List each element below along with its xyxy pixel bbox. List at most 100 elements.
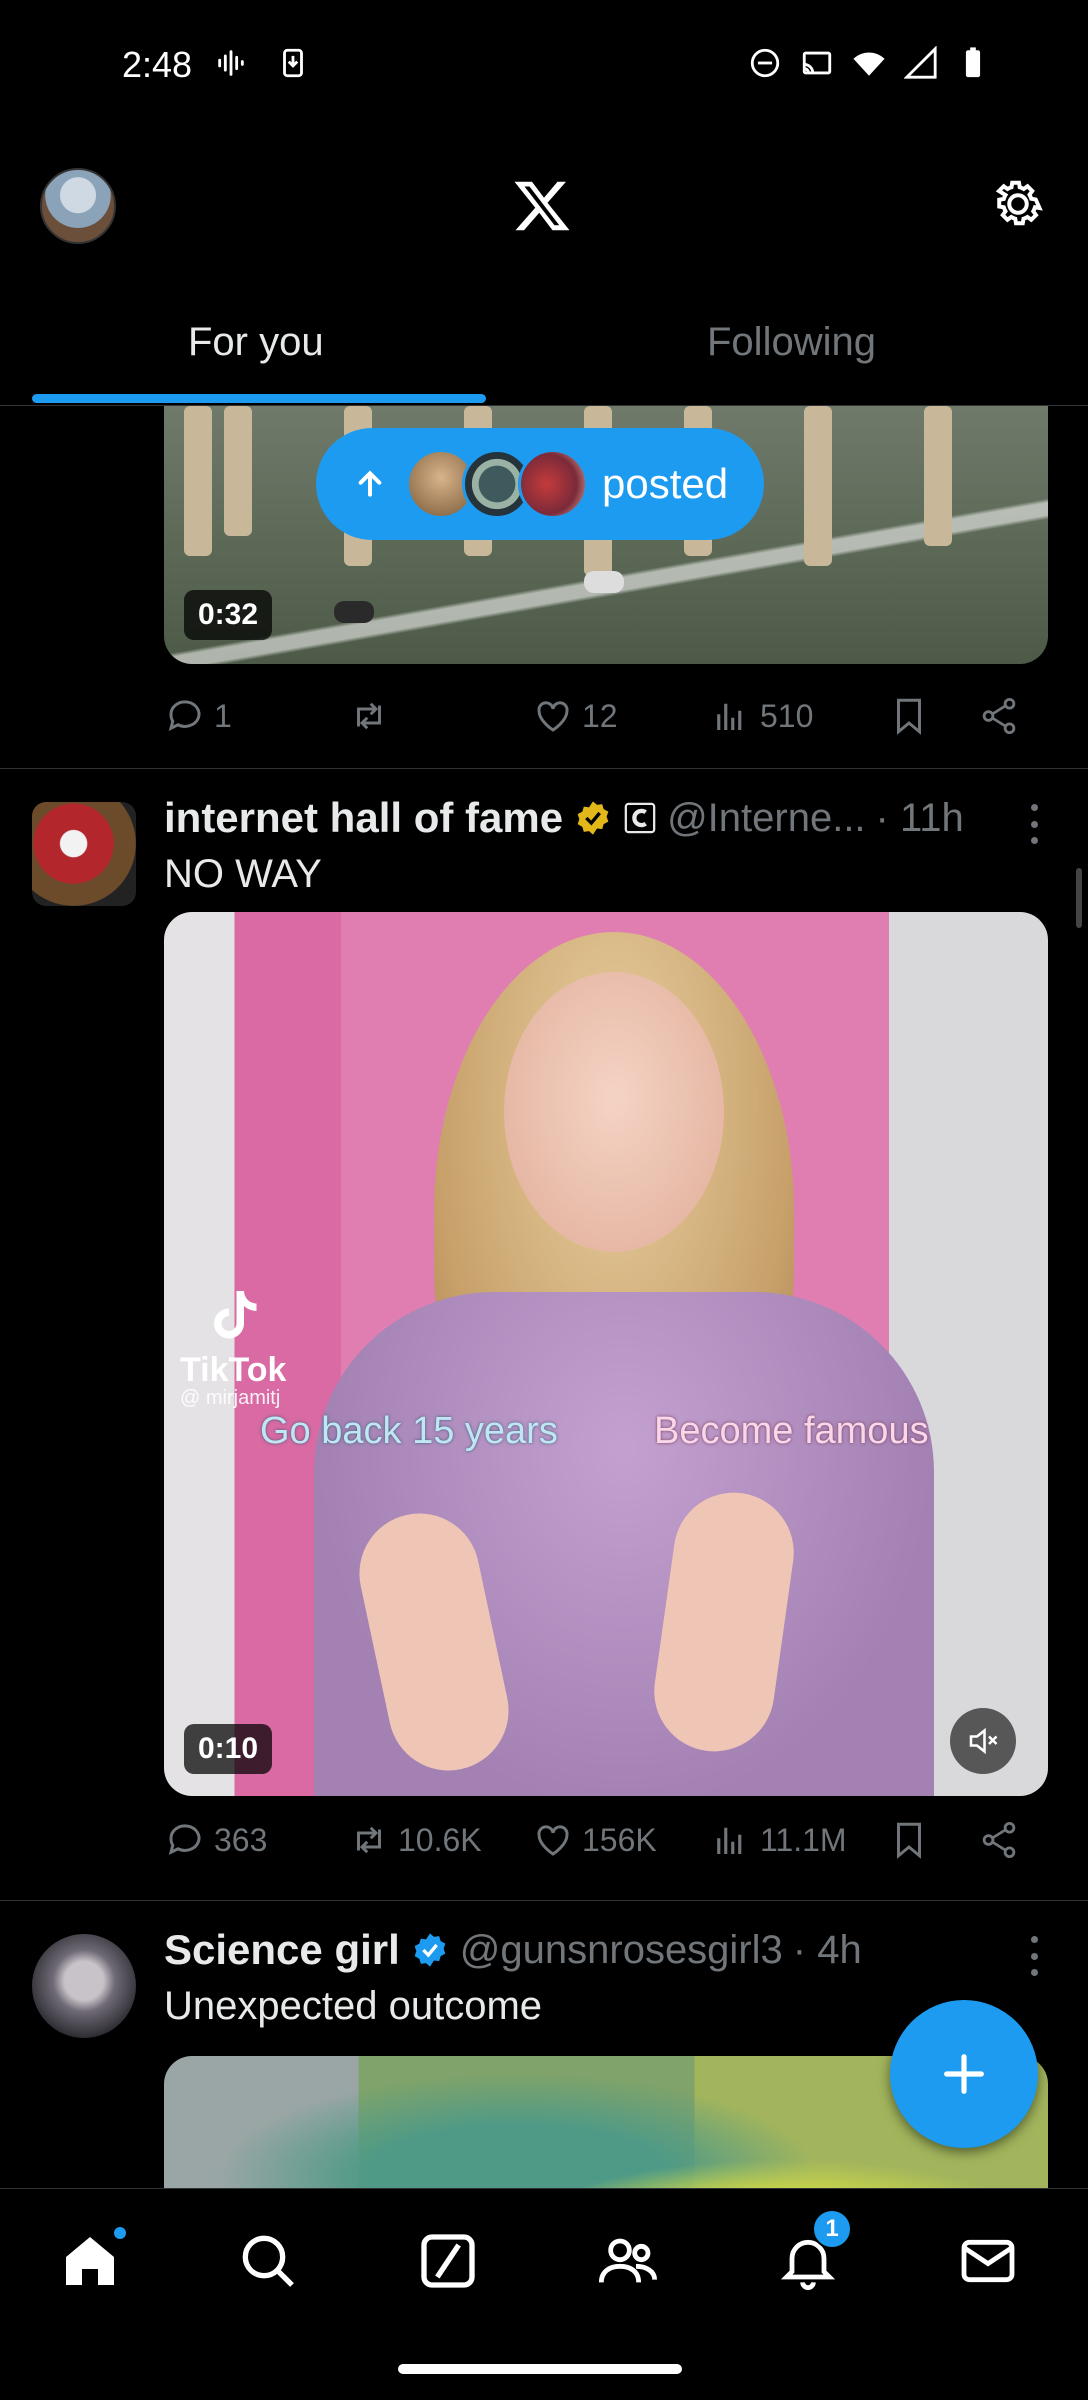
search-icon xyxy=(242,2235,294,2287)
share-button[interactable] xyxy=(978,695,1020,737)
grok-icon xyxy=(421,2234,475,2288)
post-text: Unexpected outcome xyxy=(164,1984,543,2028)
nav-home[interactable] xyxy=(58,2225,128,2293)
like-count: 156K xyxy=(582,1821,657,1858)
status-bar: 2:48 xyxy=(0,0,1088,130)
views-button[interactable]: 510 xyxy=(710,695,813,737)
share-icon xyxy=(982,1821,1016,1859)
author-name[interactable]: internet hall of fame xyxy=(164,794,563,842)
repost-button[interactable]: 10.6K xyxy=(348,1819,482,1861)
tiktok-logo-icon xyxy=(214,1291,257,1339)
top-app-bar xyxy=(0,130,1088,280)
heart-icon xyxy=(537,701,569,732)
nav-notifications[interactable]: 1 xyxy=(776,2209,852,2293)
new-posts-pill[interactable]: posted xyxy=(316,428,764,540)
bookmark-button[interactable] xyxy=(888,1819,930,1861)
post-time: · 4h xyxy=(792,1927,862,1972)
notification-count-badge: 1 xyxy=(812,2209,852,2249)
post-divider xyxy=(0,768,1088,769)
views-chart-icon xyxy=(717,703,742,730)
view-count: 11.1M xyxy=(760,1821,847,1858)
verified-gold-badge-icon xyxy=(577,801,609,835)
x-logo-icon xyxy=(514,181,570,231)
bookmark-button[interactable] xyxy=(888,695,930,737)
battery-icon xyxy=(965,47,981,78)
heart-icon xyxy=(537,1825,569,1856)
reply-count: 1 xyxy=(214,697,232,734)
profile-avatar-button[interactable] xyxy=(40,168,116,244)
tiktok-watermark: TikTok @ mirjamitj xyxy=(180,1284,286,1410)
signal-icon xyxy=(904,46,937,79)
like-button[interactable]: 156K xyxy=(532,1819,657,1861)
video-duration: 0:32 xyxy=(184,590,273,640)
bookmark-icon xyxy=(897,1822,921,1859)
reply-count: 363 xyxy=(214,1821,268,1858)
affiliate-badge-icon xyxy=(624,802,656,834)
video-caption-left: Go back 15 years xyxy=(260,1410,558,1452)
communities-icon xyxy=(598,2238,658,2283)
do-not-disturb-icon xyxy=(750,48,780,78)
gesture-home-indicator[interactable] xyxy=(398,2364,682,2374)
active-tab-indicator xyxy=(32,394,486,403)
bookmark-icon xyxy=(897,698,921,735)
feed-tabs: For you Following xyxy=(0,280,1088,406)
author-name[interactable]: Science girl xyxy=(164,1926,400,1974)
repost-button[interactable] xyxy=(348,695,398,737)
post-text: NO WAY xyxy=(164,852,322,896)
wifi-icon xyxy=(853,52,885,76)
scrollbar[interactable] xyxy=(1076,868,1082,928)
views-chart-icon xyxy=(717,1827,742,1854)
mute-button[interactable] xyxy=(950,1708,1016,1774)
post-time: · 11h xyxy=(875,795,964,840)
avatar xyxy=(518,449,588,519)
nav-messages[interactable] xyxy=(956,2229,1020,2293)
nav-communities[interactable] xyxy=(596,2229,660,2293)
tiktok-handle: @ mirjamitj xyxy=(180,1387,281,1409)
voicemail-wave-icon xyxy=(218,50,244,76)
reply-button[interactable]: 1 xyxy=(164,695,232,737)
tab-for-you[interactable]: For you xyxy=(188,320,324,365)
verified-blue-badge-icon xyxy=(414,1933,446,1967)
more-options-icon[interactable] xyxy=(1028,1936,1040,1976)
home-icon xyxy=(66,2237,114,2285)
like-count: 12 xyxy=(582,697,618,734)
video-caption-right: Become famous xyxy=(654,1410,929,1452)
more-options-icon[interactable] xyxy=(1028,804,1040,844)
view-count: 510 xyxy=(760,697,814,734)
cast-icon xyxy=(802,51,832,75)
avatar[interactable] xyxy=(32,802,136,906)
post-actions: 1 12 510 xyxy=(164,686,1048,746)
avatar[interactable] xyxy=(32,1934,136,2038)
status-time: 2:48 xyxy=(122,44,193,85)
muted-speaker-icon xyxy=(969,1727,998,1755)
video-duration: 0:10 xyxy=(184,1724,273,1774)
new-posts-label: posted xyxy=(602,460,729,507)
unread-dot xyxy=(112,2225,128,2241)
nav-search[interactable] xyxy=(236,2229,300,2293)
tab-following[interactable]: Following xyxy=(707,320,876,365)
like-button[interactable]: 12 xyxy=(532,695,618,737)
reply-icon xyxy=(168,700,201,732)
nav-grok[interactable] xyxy=(416,2229,480,2293)
repost-icon xyxy=(357,702,381,730)
post-video[interactable]: TikTok @ mirjamitj Go back 15 years Beco… xyxy=(164,912,1048,1796)
mail-icon xyxy=(961,2239,1015,2283)
tiktok-name: TikTok xyxy=(180,1351,287,1389)
compose-post-button[interactable] xyxy=(890,2000,1038,2148)
post-divider xyxy=(0,1900,1088,1901)
arrow-up-icon xyxy=(358,470,382,497)
reply-icon xyxy=(168,1824,201,1856)
settings-gear-icon[interactable] xyxy=(988,174,1048,234)
share-icon xyxy=(982,697,1016,735)
views-button[interactable]: 11.1M xyxy=(710,1819,847,1861)
share-button[interactable] xyxy=(978,1819,1020,1861)
download-icon xyxy=(283,48,303,78)
repost-count: 10.6K xyxy=(398,1821,482,1858)
post-actions: 363 10.6K 156K 11.1M xyxy=(164,1810,1048,1870)
reply-button[interactable]: 363 xyxy=(164,1819,267,1861)
timeline-feed[interactable]: 0:32 posted 1 12 510 internet hall of fa… xyxy=(0,406,1088,2188)
author-handle[interactable]: @Interne... xyxy=(667,796,865,841)
author-handle[interactable]: @gunsnrosesgirl3 xyxy=(460,1928,783,1973)
plus-icon xyxy=(944,2054,984,2094)
repost-icon xyxy=(357,1826,381,1854)
